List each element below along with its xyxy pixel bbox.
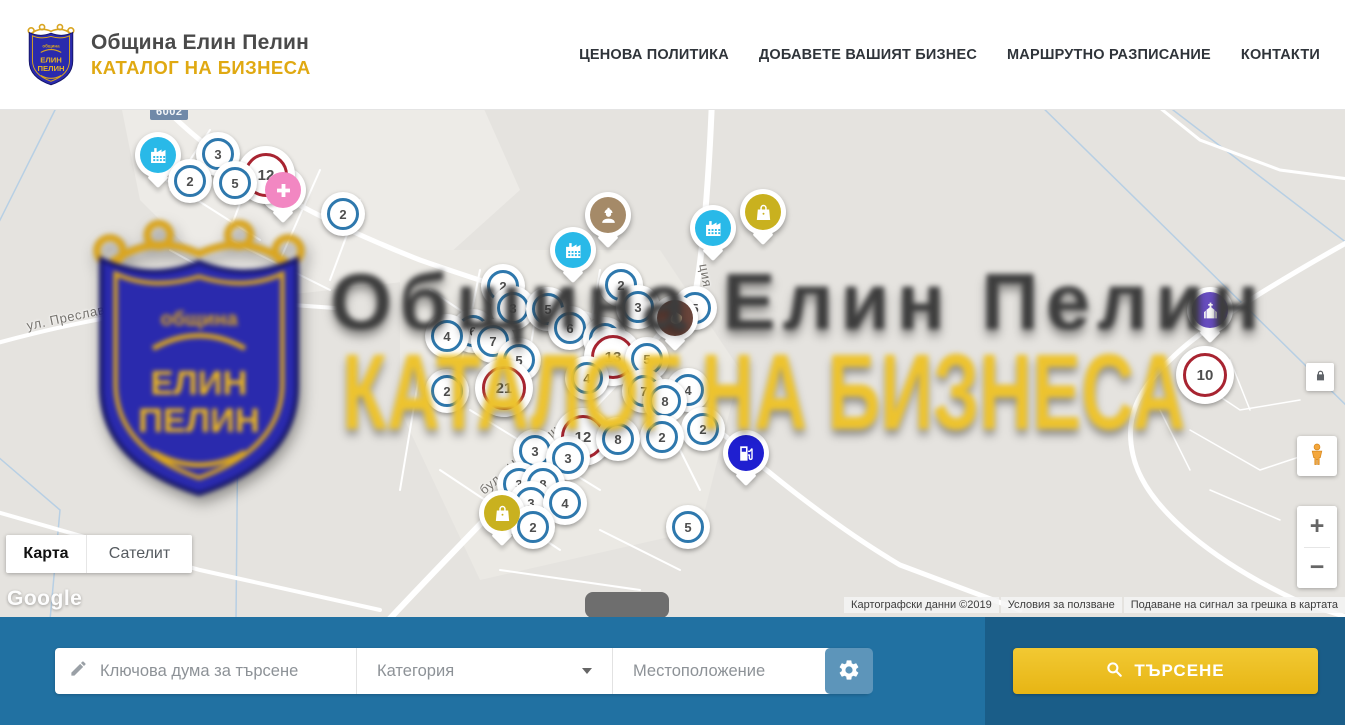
search-input[interactable] bbox=[100, 662, 342, 681]
cluster-marker[interactable]: 2 bbox=[681, 407, 725, 451]
map-attribution: Картографски данни ©2019 Условия за полз… bbox=[844, 597, 1345, 613]
lock-icon bbox=[1314, 369, 1327, 385]
location-value: Местоположение bbox=[633, 662, 765, 681]
category-value: Категория bbox=[377, 662, 454, 681]
advanced-search-button[interactable] bbox=[825, 648, 873, 694]
cross-icon bbox=[265, 172, 301, 208]
search-bar-left: Категория Местоположение bbox=[0, 617, 985, 725]
svg-text:ЕЛИН: ЕЛИН bbox=[40, 55, 62, 64]
worker-icon bbox=[590, 197, 626, 233]
bag-icon bbox=[745, 194, 781, 230]
map-dark-shape bbox=[585, 592, 669, 617]
zoom-in-button[interactable]: + bbox=[1297, 506, 1337, 547]
cluster-count: 10 bbox=[1183, 353, 1227, 397]
municipality-shield-icon: община ЕЛИН ПЕЛИН bbox=[25, 23, 77, 87]
cluster-count: 5 bbox=[672, 511, 704, 543]
cluster-count: 2 bbox=[431, 375, 463, 407]
street-view-pegman-button[interactable] bbox=[1297, 436, 1337, 476]
nav-item-route-schedule[interactable]: МАРШРУТНО РАЗПИСАНИЕ bbox=[1007, 47, 1211, 63]
chevron-down-icon bbox=[582, 668, 592, 674]
nav-item-add-business[interactable]: ДОБАВЕТЕ ВАШИЯТ БИЗНЕС bbox=[759, 47, 977, 63]
nav-item-pricing[interactable]: ЦЕНОВА ПОЛИТИКА bbox=[579, 47, 729, 63]
factory-pin[interactable] bbox=[690, 205, 736, 251]
zoom-control: + − bbox=[1297, 506, 1337, 588]
cluster-count: 3 bbox=[497, 292, 529, 324]
flame-pin[interactable] bbox=[652, 295, 698, 341]
pencil-icon bbox=[69, 659, 88, 683]
attribution-copyright: Картографски данни ©2019 bbox=[844, 597, 999, 613]
cluster-count: 8 bbox=[602, 423, 634, 455]
cluster-marker[interactable]: 5 bbox=[666, 505, 710, 549]
cluster-count: 4 bbox=[431, 320, 463, 352]
worker-pin[interactable] bbox=[585, 192, 631, 238]
church-pin[interactable] bbox=[1187, 287, 1233, 333]
report-error-link[interactable]: Подаване на сигнал за грешка в картата bbox=[1124, 597, 1345, 613]
brand-logo[interactable]: община ЕЛИН ПЕЛИН Община Елин Пелин КАТА… bbox=[25, 23, 311, 87]
cluster-count: 2 bbox=[327, 198, 359, 230]
cluster-count: 4 bbox=[571, 362, 603, 394]
search-button-label: ТЪРСЕНЕ bbox=[1134, 661, 1224, 681]
cluster-marker[interactable]: 10 bbox=[1176, 346, 1234, 404]
search-submit-button[interactable]: ТЪРСЕНЕ bbox=[1013, 648, 1318, 694]
cluster-marker[interactable]: 2 bbox=[321, 192, 365, 236]
cluster-count: 2 bbox=[646, 421, 678, 453]
bag-icon bbox=[484, 495, 520, 531]
cluster-marker[interactable]: 4 bbox=[425, 314, 469, 358]
cluster-count: 3 bbox=[622, 291, 654, 323]
map-type-map-button[interactable]: Карта bbox=[6, 535, 87, 573]
factory-pin[interactable] bbox=[550, 227, 596, 273]
search-bar-right: ТЪРСЕНЕ bbox=[985, 617, 1345, 725]
category-select[interactable]: Категория bbox=[356, 648, 612, 694]
pegman-icon bbox=[1304, 442, 1330, 471]
search-fields: Категория Местоположение bbox=[55, 648, 870, 694]
zoom-out-button[interactable]: − bbox=[1297, 548, 1337, 589]
church-icon bbox=[1192, 292, 1228, 328]
map-type-satellite-button[interactable]: Сателит bbox=[87, 535, 192, 573]
cluster-count: 2 bbox=[517, 511, 549, 543]
cluster-count: 8 bbox=[649, 385, 681, 417]
cluster-marker[interactable]: 21 bbox=[475, 359, 533, 417]
flame-icon bbox=[657, 300, 693, 336]
map-canvas[interactable]: 6002ул. Преславбул. „Новоселци“ция 31225… bbox=[0, 110, 1345, 617]
svg-text:община: община bbox=[42, 42, 60, 48]
gear-icon bbox=[837, 658, 861, 685]
lock-button[interactable] bbox=[1306, 363, 1334, 391]
cluster-count: 5 bbox=[219, 167, 251, 199]
brand-subtitle: КАТАЛОГ НА БИЗНЕСА bbox=[91, 57, 311, 79]
fuel-icon bbox=[728, 435, 764, 471]
cluster-count: 2 bbox=[174, 165, 206, 197]
brand-title: Община Елин Пелин bbox=[91, 31, 311, 55]
cluster-marker[interactable]: 2 bbox=[640, 415, 684, 459]
cluster-count: 4 bbox=[549, 487, 581, 519]
cluster-marker[interactable]: 2 bbox=[168, 159, 212, 203]
nav-item-contacts[interactable]: КОНТАКТИ bbox=[1241, 47, 1320, 63]
factory-icon bbox=[695, 210, 731, 246]
cluster-count: 6 bbox=[554, 312, 586, 344]
search-icon bbox=[1105, 660, 1123, 683]
svg-text:ПЕЛИН: ПЕЛИН bbox=[37, 64, 65, 73]
search-bar: Категория Местоположение ТЪРСЕНЕ bbox=[0, 617, 1345, 725]
bag-pin[interactable] bbox=[740, 189, 786, 235]
main-nav: ЦЕНОВА ПОЛИТИКА ДОБАВЕТЕ ВАШИЯТ БИЗНЕС М… bbox=[579, 47, 1320, 63]
map-type-control: Карта Сателит bbox=[6, 535, 192, 573]
fuel-pin[interactable] bbox=[723, 430, 769, 476]
cluster-marker[interactable]: 2 bbox=[425, 369, 469, 413]
header: община ЕЛИН ПЕЛИН Община Елин Пелин КАТА… bbox=[0, 0, 1345, 110]
cluster-marker[interactable]: 8 bbox=[596, 417, 640, 461]
keyword-field[interactable] bbox=[55, 648, 356, 694]
factory-icon bbox=[555, 232, 591, 268]
cluster-marker[interactable]: 4 bbox=[565, 356, 609, 400]
cluster-count: 2 bbox=[687, 413, 719, 445]
terms-link[interactable]: Условия за ползване bbox=[1001, 597, 1122, 613]
cluster-marker[interactable]: 5 bbox=[213, 161, 257, 205]
factory-icon bbox=[140, 137, 176, 173]
cluster-count: 21 bbox=[482, 366, 526, 410]
google-logo[interactable]: Google bbox=[7, 587, 82, 611]
